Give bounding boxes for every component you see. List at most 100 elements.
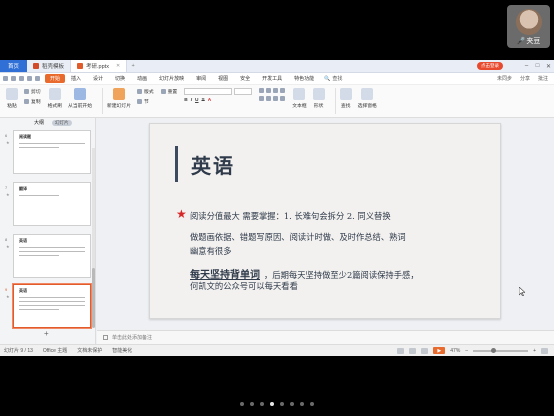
pager-dot[interactable] — [250, 402, 254, 406]
zoom-in-icon[interactable]: + — [533, 348, 536, 354]
pager-dot[interactable] — [260, 402, 264, 406]
zoom-slider[interactable] — [473, 347, 529, 353]
section-button[interactable]: 节 — [137, 98, 154, 105]
justify-icon[interactable] — [280, 96, 286, 101]
layout-button[interactable]: 版式 — [137, 88, 154, 95]
close-window-icon[interactable]: ✕ — [543, 60, 554, 72]
tab-slides[interactable]: 幻灯片 — [52, 119, 72, 126]
play-from-current-button[interactable]: 从当前开始 — [68, 88, 92, 109]
menu-item-view[interactable]: 视图 — [212, 75, 234, 82]
share-button[interactable]: 分享 — [520, 75, 530, 82]
slide-thumbnail[interactable]: 8 ★ 英语 — [4, 234, 94, 280]
slide-body-line[interactable]: 做题画依据、错题写原因、阅读计时做、及时作总结、熟词 — [190, 231, 406, 243]
slide-thumbnail[interactable]: 6 ★ 阅读题 — [4, 130, 94, 176]
menu-icon[interactable] — [3, 76, 8, 81]
menu-item-features[interactable]: 特色功能 — [288, 75, 320, 82]
sorter-view-icon[interactable] — [409, 347, 417, 354]
doc-tab-current[interactable]: 考研.pptx ✕ — [71, 60, 128, 72]
slide-title[interactable]: 英语 — [191, 150, 235, 179]
menu-item-security[interactable]: 安全 — [234, 75, 256, 82]
indent-icon[interactable] — [273, 88, 279, 93]
align-center-icon[interactable] — [266, 96, 272, 101]
normal-view-icon[interactable] — [397, 347, 405, 354]
thumbnail-title: 英语 — [19, 238, 27, 243]
menu-item-animation[interactable]: 动画 — [131, 75, 153, 82]
slide-number: 9 — [5, 287, 8, 292]
font-family-select[interactable] — [184, 88, 233, 95]
print-icon[interactable] — [19, 76, 24, 81]
brush-icon — [48, 88, 61, 100]
fit-window-icon[interactable] — [541, 347, 548, 354]
slide-body-line[interactable]: 何凯文的公众号可以每天看看 — [190, 280, 298, 292]
current-slide[interactable]: 英语 ★ 阅读分值最大 需要掌握：1. 长难句会拆分 2. 同义替换 做题画依据… — [149, 123, 501, 319]
undo-icon[interactable] — [27, 76, 32, 81]
slide-body-line[interactable]: 幽意有很多 — [190, 245, 232, 257]
pager-dot[interactable] — [240, 402, 244, 406]
save-icon[interactable] — [11, 76, 16, 81]
minimize-icon[interactable]: – — [521, 60, 532, 72]
cut-button[interactable]: 剪切 — [24, 88, 41, 95]
pager-dot[interactable] — [310, 402, 314, 406]
notes-pane[interactable]: 单击此处添加备注 — [97, 330, 554, 344]
bullet-list-icon[interactable] — [259, 88, 265, 93]
menu-item-developer[interactable]: 开发工具 — [256, 75, 288, 82]
add-slide-button[interactable]: + — [44, 329, 49, 338]
new-slide-button[interactable]: 新建幻灯片 — [107, 88, 131, 109]
find-button[interactable]: 查找 — [339, 88, 352, 109]
selection-pane-button[interactable]: 选择窗格 — [358, 88, 377, 109]
reset-button[interactable]: 重置 — [160, 88, 177, 95]
bold-icon[interactable]: B — [184, 98, 187, 103]
menu-item-slideshow[interactable]: 幻灯片放映 — [153, 75, 190, 82]
zoom-out-icon[interactable]: – — [465, 348, 468, 354]
comment-button[interactable]: 批注 — [538, 75, 548, 82]
slide-thumbnail[interactable]: 7 ★ 翻译 — [4, 182, 94, 228]
new-tab-button[interactable]: + — [127, 60, 139, 72]
home-tab[interactable]: 首页 — [0, 60, 27, 72]
maximize-icon[interactable]: □ — [532, 60, 543, 72]
menu-item-transitions[interactable]: 切换 — [109, 75, 131, 82]
paste-button[interactable]: 粘贴 — [6, 88, 18, 109]
align-left-icon[interactable] — [259, 96, 265, 101]
pager-dot[interactable] — [270, 402, 274, 406]
font-size-select[interactable] — [234, 88, 253, 95]
document-protection[interactable]: 文档未保护 — [77, 347, 102, 354]
slide-thumbnail-selected[interactable]: 9 ★ 英语 — [4, 284, 94, 330]
numbered-list-icon[interactable] — [266, 88, 272, 93]
font-color-icon[interactable]: A — [208, 98, 211, 103]
menu-search[interactable]: 🔍 查找 — [324, 75, 342, 83]
slide-body-line[interactable]: 阅读分值最大 需要掌握：1. 长难句会拆分 2. 同义替换 — [190, 210, 391, 222]
login-button[interactable]: 点击登录 — [477, 62, 503, 70]
search-icon: 🔍 — [324, 75, 331, 82]
red-star-icon: ★ — [176, 207, 187, 221]
thumbnail-scrollbar-thumb[interactable] — [92, 268, 95, 328]
sync-status[interactable]: 未同步 — [497, 75, 512, 82]
pager-dot[interactable] — [280, 402, 284, 406]
textbox-button[interactable]: 文本框 — [292, 88, 307, 109]
menu-item-insert[interactable]: 插入 — [65, 75, 87, 82]
new-slide-icon — [113, 88, 126, 100]
slideshow-play-button[interactable]: ▶ — [433, 347, 446, 354]
zoom-slider-knob[interactable] — [491, 347, 497, 353]
participant-video-tile[interactable]: 🎤夹豆 — [507, 5, 550, 48]
pager-dot[interactable] — [290, 402, 294, 406]
tab-outline[interactable]: 大纲 — [34, 119, 44, 126]
strikethrough-icon[interactable]: S — [202, 98, 205, 103]
line-spacing-icon[interactable] — [280, 88, 286, 93]
menu-item-home[interactable]: 开始 — [45, 74, 66, 83]
slide-body-line[interactable]: 每天坚持背单词 ，后期每天坚持做至少2篇阅读保持手感， — [190, 266, 419, 281]
smart-beautify[interactable]: 智能美化 — [112, 347, 132, 354]
close-tab-icon[interactable]: ✕ — [116, 63, 120, 69]
format-painter-button[interactable]: 格式刷 — [48, 88, 62, 109]
pager-dot[interactable] — [300, 402, 304, 406]
redo-icon[interactable] — [35, 76, 40, 81]
align-right-icon[interactable] — [273, 96, 279, 101]
italic-icon[interactable]: I — [191, 98, 192, 103]
menu-item-review[interactable]: 审阅 — [190, 75, 212, 82]
reading-view-icon[interactable] — [421, 347, 429, 354]
copy-button[interactable]: 复制 — [24, 98, 41, 105]
doc-tab-templates[interactable]: 稻壳模板 — [27, 60, 72, 72]
screen-pager — [0, 402, 554, 406]
menu-item-design[interactable]: 设计 — [87, 75, 109, 82]
shapes-button[interactable]: 形状 — [312, 88, 325, 109]
underline-icon[interactable]: U — [195, 98, 198, 103]
